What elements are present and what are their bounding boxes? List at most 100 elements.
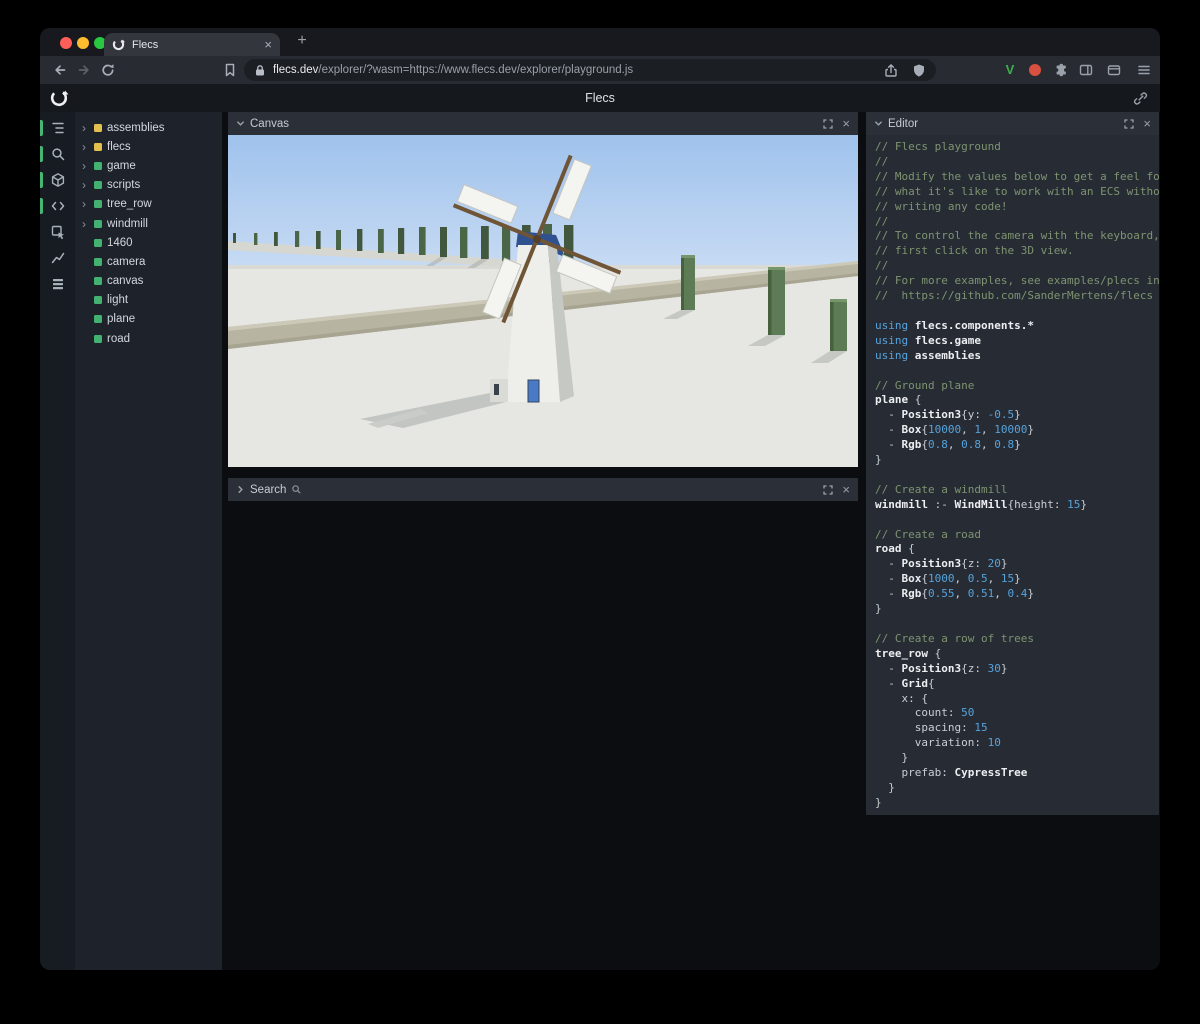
desktop-background: Flecs × + flecs.dev/explorer/?wasm=https… [0,0,1200,1024]
tree-item-camera[interactable]: camera [75,252,222,271]
code-line: using flecs.game [875,333,981,347]
tree-item-scripts[interactable]: › scripts [75,176,222,195]
panel-title: Canvas [250,117,289,130]
code-line: // first click on the 3D view. [875,244,1074,258]
expand-icon[interactable] [823,118,834,129]
code-line: x: { [875,691,928,705]
tree-item-assemblies[interactable]: › assemblies [75,118,222,137]
3d-canvas-viewport[interactable] [228,135,858,467]
entity-icon [94,315,102,324]
share-link-icon[interactable] [1133,91,1148,106]
tree-item-windmill[interactable]: › windmill [75,214,222,233]
back-icon[interactable] [52,62,68,78]
search-icon [50,146,66,162]
code-line: plane { [875,393,922,407]
chevron-right-icon[interactable]: › [82,218,92,230]
browser-tab-bar: Flecs × + [40,28,1160,56]
chevron-right-icon[interactable]: › [82,122,92,134]
tree-item-label: game [107,159,136,172]
search-panel-header[interactable]: Search × [228,478,858,501]
sidebar-item-entities[interactable] [40,167,75,193]
browser-tab[interactable]: Flecs × [104,33,280,56]
tab-title: Flecs [132,38,159,51]
tree-item-flecs[interactable]: › flecs [75,137,222,156]
address-bar[interactable]: flecs.dev/explorer/?wasm=https://www.fle… [244,59,936,81]
tree-item-light[interactable]: light [75,291,222,310]
code-line: prefab: CypressTree [875,766,1028,780]
code-line: variation: 10 [875,736,1001,750]
tree-item-label: road [107,332,131,345]
editor-panel-header[interactable]: Editor × [866,112,1159,135]
tree-item-label: camera [107,255,146,268]
sidebar-item-entity-tree[interactable] [40,115,75,141]
entity-icon [94,219,102,228]
tree-item-tree_row[interactable]: › tree_row [75,195,222,214]
code-line: // Create a windmill [875,482,1008,496]
expand-icon[interactable] [1124,118,1135,129]
sidebar-item-code-editor[interactable] [40,193,75,219]
tree-item-label: windmill [107,217,148,230]
sidebar-item-logs[interactable] [40,271,75,297]
entity-icon [94,257,102,266]
code-line: // writing any code! [875,199,1008,213]
chevron-right-icon[interactable]: › [82,141,92,153]
sidebar-item-stats[interactable] [40,245,75,271]
tool-sidebar [40,112,75,970]
code-line: count: 50 [875,706,975,720]
chevron-down-icon[interactable] [874,119,883,128]
extension-v-icon[interactable]: V [1002,62,1018,78]
close-window-button[interactable] [60,37,72,49]
tree-item-label: plane [107,313,136,326]
code-line: // Modify the values below to get a feel… [875,169,1159,183]
sidebar-toggle-icon[interactable] [1078,62,1094,78]
minimize-window-button[interactable] [77,37,89,49]
canvas-panel-header[interactable]: Canvas × [228,112,858,135]
sidebar-item-query[interactable] [40,141,75,167]
reload-icon[interactable] [100,62,116,78]
chevron-down-icon[interactable] [236,119,245,128]
chevron-right-icon[interactable]: › [82,198,92,210]
code-line: // Create a road [875,527,981,541]
new-tab-button[interactable]: + [292,31,312,51]
code-line: } [875,780,895,794]
code-line: - Box{1000, 0.5, 15} [875,572,1021,586]
bookmark-icon[interactable] [222,62,238,78]
tab-close-icon[interactable]: × [264,38,272,51]
code-line: - Position3{y: -0.5} [875,408,1021,422]
tree-item-game[interactable]: › game [75,156,222,175]
sidebar-item-inspect[interactable] [40,219,75,245]
code-line: // Flecs playground [875,140,1001,153]
share-icon[interactable] [884,63,898,78]
tree-item-label: 1460 [107,236,133,249]
shield-icon[interactable] [912,63,926,78]
code-line: - Box{10000, 1, 10000} [875,423,1034,437]
url-path: /explorer/?wasm=https://www.flecs.dev/ex… [318,64,634,76]
wallet-icon[interactable] [1106,62,1122,78]
close-icon[interactable]: × [1143,116,1151,131]
code-line: // [875,154,889,168]
tree-item-1460[interactable]: 1460 [75,233,222,252]
entity-icon [94,161,102,170]
tree-item-plane[interactable]: plane [75,310,222,329]
entity-icon [94,181,102,190]
rows-icon [50,276,66,292]
chevron-right-icon[interactable]: › [82,160,92,172]
forward-icon[interactable] [76,62,92,78]
entity-tree-icon [50,120,66,136]
browser-toolbar: flecs.dev/explorer/?wasm=https://www.fle… [40,56,1160,84]
close-icon[interactable]: × [842,482,850,497]
tree-item-canvas[interactable]: canvas [75,272,222,291]
menu-icon[interactable] [1136,62,1152,78]
tree-item-label: tree_row [107,198,152,211]
chevron-right-icon[interactable]: › [82,179,92,191]
expand-icon[interactable] [823,484,834,495]
chevron-right-icon[interactable] [236,485,245,494]
close-icon[interactable]: × [842,116,850,131]
flecs-favicon-icon [112,38,125,51]
extensions-puzzle-icon[interactable] [1052,62,1068,78]
extension-red-icon[interactable] [1029,64,1041,76]
code-line: road { [875,542,915,556]
code-editor[interactable]: // Flecs playground//// Modify the value… [866,135,1159,815]
tree-item-road[interactable]: road [75,329,222,348]
